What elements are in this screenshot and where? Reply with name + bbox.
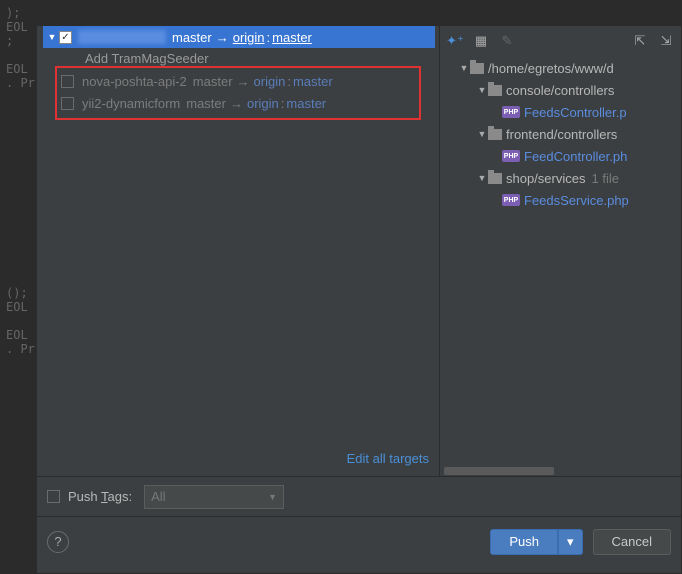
repo-name: nova-poshta-api-2	[82, 74, 187, 89]
help-button[interactable]: ?	[47, 531, 69, 553]
push-tags-label[interactable]: Push Tags:	[68, 489, 132, 504]
folder-label: shop/services	[506, 171, 585, 186]
horizontal-scrollbar[interactable]	[444, 466, 677, 476]
file-label: FeedsService.php	[524, 193, 629, 208]
push-dialog: ▼ ✓ master → origin : master Add TramMag…	[36, 25, 682, 574]
tree-file[interactable]: PHP FeedController.ph	[444, 145, 677, 167]
branch-from: master	[186, 96, 226, 111]
file-label: FeedsController.p	[524, 105, 627, 120]
dialog-buttons-row: ? Push ▾ Cancel	[37, 516, 681, 566]
php-file-icon: PHP	[502, 194, 520, 206]
php-file-icon: PHP	[502, 106, 520, 118]
dialog-top: ▼ ✓ master → origin : master Add TramMag…	[37, 26, 681, 476]
chevron-down-icon[interactable]: ▼	[476, 85, 488, 95]
sep: :	[287, 74, 291, 89]
expand-icon[interactable]: ▼	[47, 32, 57, 42]
tree-file[interactable]: PHP FeedsService.php	[444, 189, 677, 211]
branch-to-link[interactable]: master	[286, 96, 326, 111]
combo-value: All	[151, 489, 165, 504]
push-button[interactable]: Push	[490, 529, 558, 555]
repo-name-blurred	[78, 30, 166, 44]
repo-checkbox[interactable]	[61, 97, 74, 110]
scrollbar-thumb[interactable]	[444, 467, 554, 475]
push-tags-row: Push Tags: All ▼	[37, 476, 681, 516]
folder-icon	[470, 63, 484, 74]
folder-label: frontend/controllers	[506, 127, 617, 142]
file-label: FeedController.ph	[524, 149, 627, 164]
arrow-icon: →	[230, 96, 243, 111]
tree-root[interactable]: ▼ /home/egretos/www/d	[444, 57, 677, 79]
remote-link[interactable]: origin	[254, 74, 286, 89]
repo-row[interactable]: yii2-dynamicform master → origin : maste…	[61, 92, 415, 114]
commit-message[interactable]: Add TramMagSeeder	[43, 48, 435, 68]
sep: :	[267, 30, 271, 45]
chevron-down-icon[interactable]: ▼	[476, 129, 488, 139]
commit-list: ▼ ✓ master → origin : master Add TramMag…	[43, 26, 435, 68]
chevron-down-icon: ▼	[268, 492, 277, 502]
folder-icon	[488, 85, 502, 96]
branch-from: master	[172, 30, 212, 45]
group-icon[interactable]: ▦	[470, 31, 492, 51]
sep: :	[281, 96, 285, 111]
repo-row[interactable]: nova-poshta-api-2 master → origin : mast…	[61, 70, 415, 92]
tree-folder[interactable]: ▼ shop/services 1 file	[444, 167, 677, 189]
tree-folder[interactable]: ▼ console/controllers	[444, 79, 677, 101]
push-tags-checkbox[interactable]	[47, 490, 60, 503]
new-changelist-icon[interactable]: ✦⁺	[444, 31, 466, 51]
tree-folder[interactable]: ▼ frontend/controllers	[444, 123, 677, 145]
repo-checkbox[interactable]	[61, 75, 74, 88]
edit-all-targets-link[interactable]: Edit all targets	[347, 451, 429, 466]
files-pane: ✦⁺ ▦ ✎ ⇱ ⇲ ▼ /home/egretos/www/d ▼ conso…	[440, 26, 681, 476]
expand-all-icon[interactable]: ⇱	[629, 31, 651, 51]
branch-to-link[interactable]: master	[293, 74, 333, 89]
label-post: ags:	[108, 489, 133, 504]
file-tree: ▼ /home/egretos/www/d ▼ console/controll…	[444, 57, 677, 211]
collapse-all-icon[interactable]: ⇲	[655, 31, 677, 51]
tree-file[interactable]: PHP FeedsController.p	[444, 101, 677, 123]
folder-icon	[488, 129, 502, 140]
folder-label: console/controllers	[506, 83, 614, 98]
tags-combo[interactable]: All ▼	[144, 485, 284, 509]
chevron-down-icon[interactable]: ▼	[476, 173, 488, 183]
php-file-icon: PHP	[502, 150, 520, 162]
edit-icon[interactable]: ✎	[496, 31, 518, 51]
files-toolbar: ✦⁺ ▦ ✎ ⇱ ⇲	[444, 31, 677, 51]
push-dropdown-button[interactable]: ▾	[558, 529, 583, 555]
folder-label: /home/egretos/www/d	[488, 61, 614, 76]
highlight-box: nova-poshta-api-2 master → origin : mast…	[55, 66, 421, 120]
cancel-button[interactable]: Cancel	[593, 529, 671, 555]
chevron-down-icon[interactable]: ▼	[458, 63, 470, 73]
file-count: 1 file	[591, 171, 618, 186]
repo-checkbox[interactable]: ✓	[59, 31, 72, 44]
remote-link[interactable]: origin	[247, 96, 279, 111]
push-button-group: Push ▾	[490, 529, 582, 555]
folder-icon	[488, 173, 502, 184]
arrow-icon: →	[237, 74, 250, 89]
commits-pane: ▼ ✓ master → origin : master Add TramMag…	[37, 26, 440, 476]
remote-link[interactable]: origin	[233, 30, 265, 45]
repo-name: yii2-dynamicform	[82, 96, 180, 111]
branch-from: master	[193, 74, 233, 89]
arrow-icon: →	[216, 30, 229, 45]
branch-to-link[interactable]: master	[272, 30, 312, 45]
label-pre: Push	[68, 489, 101, 504]
selected-repo-row[interactable]: ▼ ✓ master → origin : master	[43, 26, 435, 48]
